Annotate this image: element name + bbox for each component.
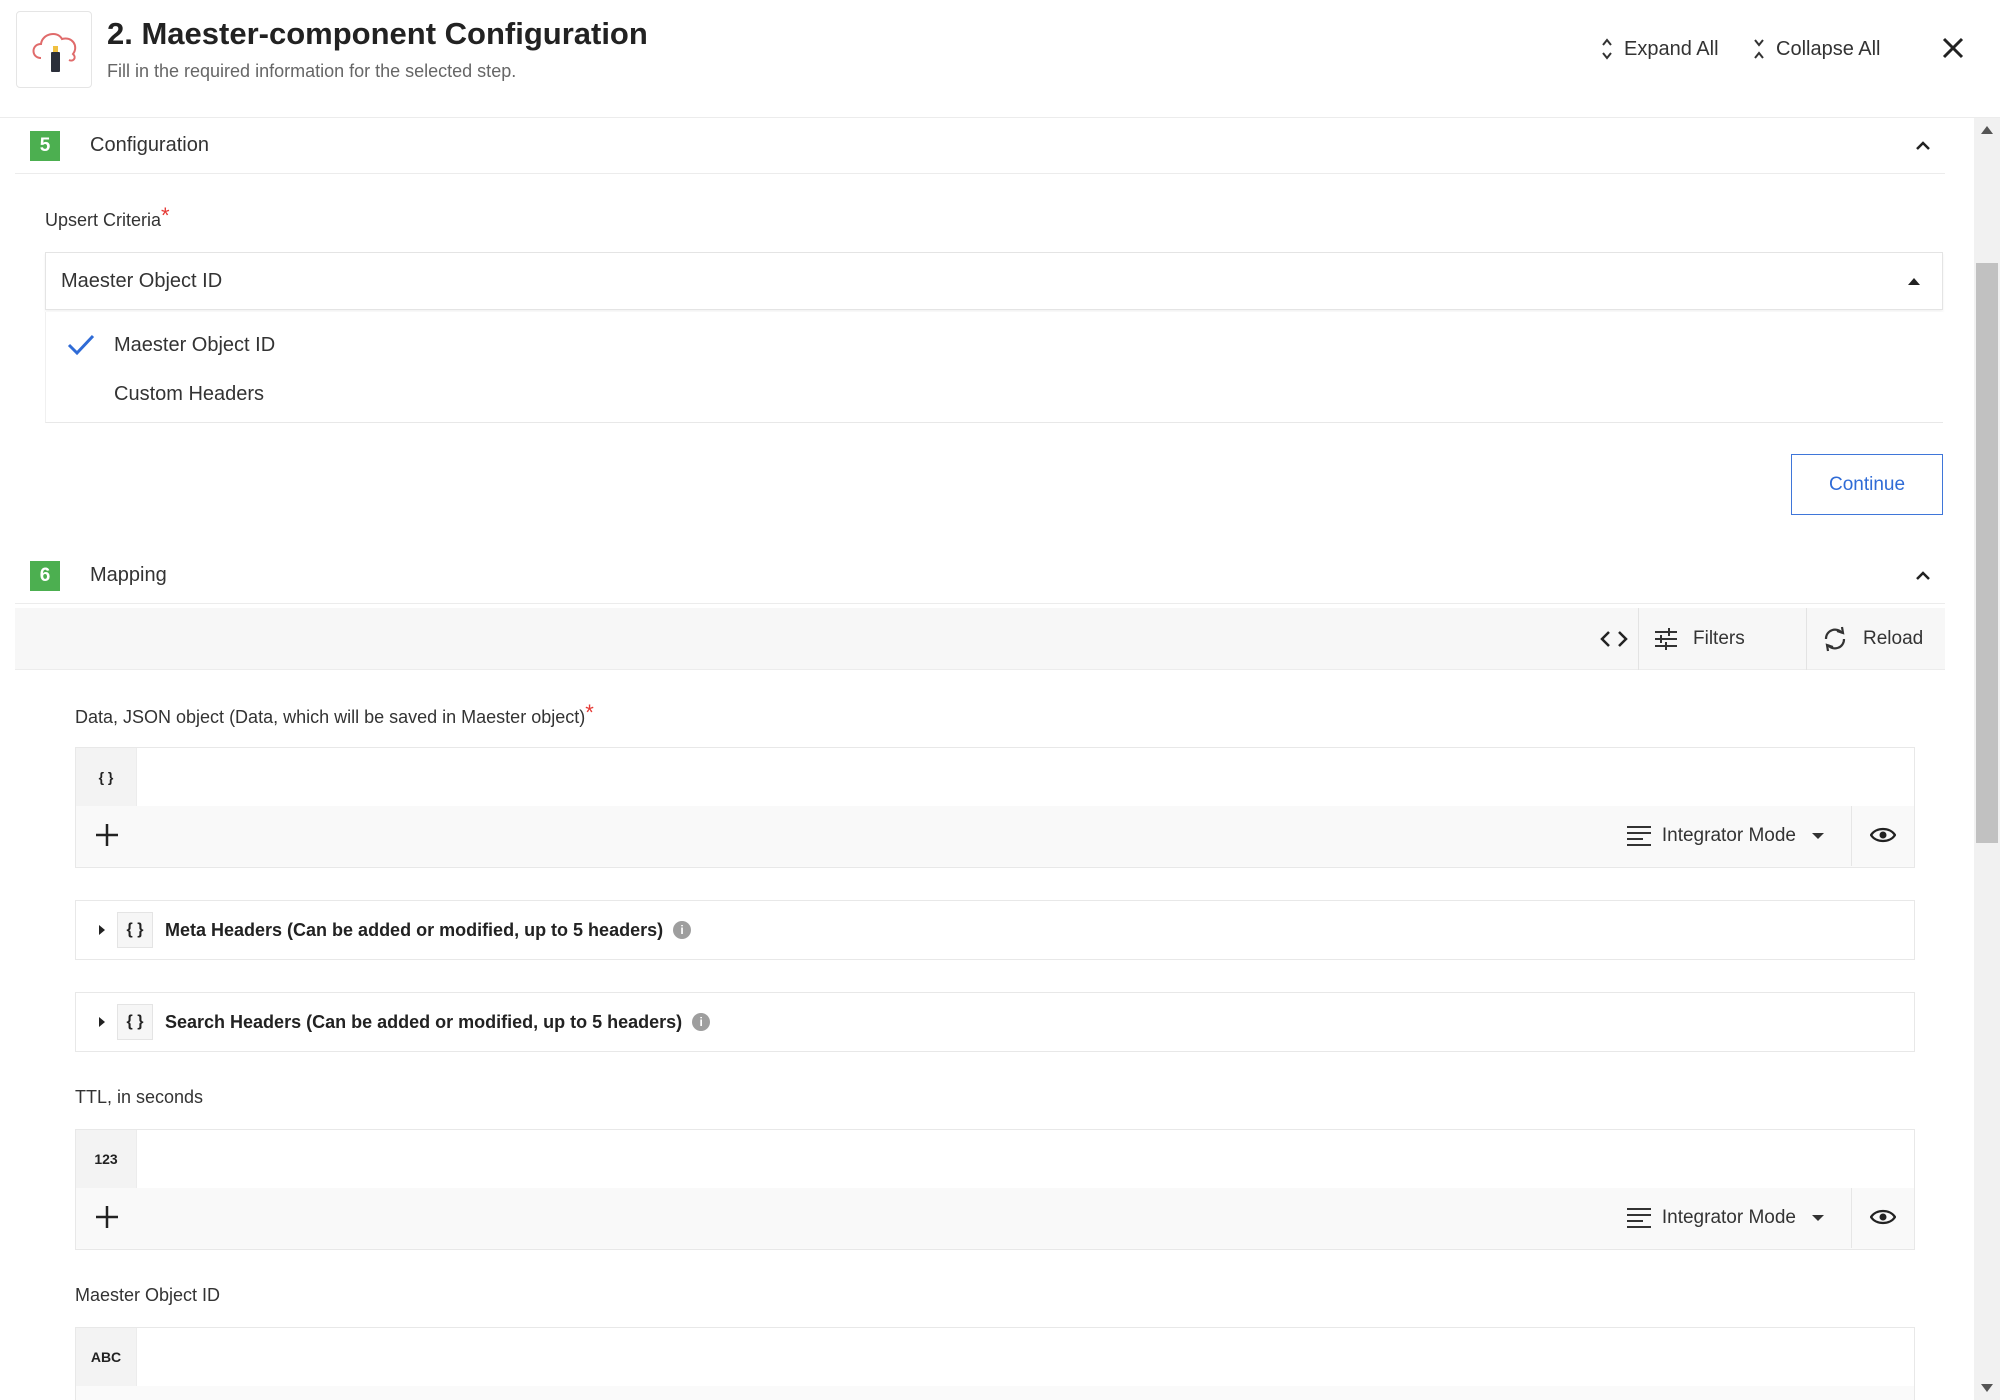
toolbar-divider <box>1638 608 1639 670</box>
data-json-field: { } Integrator Mode <box>75 747 1915 868</box>
meta-headers-title: Meta Headers (Can be added or modified, … <box>165 919 664 940</box>
page-title: 2. Maester-component Configuration <box>107 16 648 51</box>
data-json-input[interactable] <box>137 748 1914 806</box>
chevron-up-icon[interactable] <box>1913 136 1933 156</box>
preview-eye-icon[interactable] <box>1870 824 1896 846</box>
filters-button[interactable]: Filters <box>1653 608 1745 670</box>
toolbar-divider <box>1806 608 1807 670</box>
caret-right-icon <box>99 925 105 935</box>
integrator-mode-label: Integrator Mode <box>1661 825 1796 846</box>
caret-up-icon <box>1908 278 1920 285</box>
mode-lines-icon <box>1626 1208 1651 1228</box>
ttl-field: 123 Integrator Mode <box>75 1129 1915 1250</box>
page-subtitle: Fill in the required information for the… <box>107 61 517 81</box>
object-id-input[interactable] <box>137 1328 1914 1386</box>
search-headers-title: Search Headers (Can be added or modified… <box>165 1011 683 1032</box>
step-badge: 6 <box>30 560 60 591</box>
select-value: Maester Object ID <box>61 270 223 292</box>
data-field-label: Data, JSON object (Data, which will be s… <box>75 700 594 727</box>
integrator-mode-dropdown[interactable]: Integrator Mode <box>1626 806 1824 866</box>
mapping-toolbar: Filters Reload <box>15 608 1945 670</box>
object-id-field: ABC <box>75 1327 1915 1400</box>
section-title: Mapping <box>90 564 167 586</box>
required-marker: * <box>585 700 594 725</box>
mode-lines-icon <box>1626 826 1651 846</box>
filters-icon <box>1655 628 1677 650</box>
app-logo <box>16 11 92 88</box>
checkmark-icon <box>67 334 95 356</box>
chevron-up-icon[interactable] <box>1913 566 1933 586</box>
ttl-label: TTL, in seconds <box>75 1087 204 1107</box>
scroll-down-arrow-icon[interactable] <box>1981 1384 1993 1392</box>
info-icon[interactable]: i <box>692 1013 711 1031</box>
code-view-button[interactable] <box>1589 608 1639 670</box>
continue-button[interactable]: Continue <box>1791 454 1943 515</box>
integrator-mode-dropdown[interactable]: Integrator Mode <box>1626 1188 1824 1248</box>
reload-icon <box>1824 626 1846 652</box>
preview-eye-icon[interactable] <box>1870 1206 1896 1228</box>
scroll-thumb[interactable] <box>1976 263 1998 843</box>
code-icon <box>1600 631 1628 647</box>
dialog-header: 2. Maester-component Configuration Fill … <box>0 0 2000 118</box>
option-maester-object-id[interactable]: Maester Object ID <box>114 334 275 357</box>
caret-down-icon <box>1812 833 1824 839</box>
collapse-all-button[interactable]: Collapse All <box>1752 34 1881 64</box>
filters-label: Filters <box>1693 628 1745 649</box>
object-type-icon: { } <box>117 1004 153 1040</box>
caret-right-icon <box>99 1017 105 1027</box>
ttl-input[interactable] <box>137 1130 1914 1188</box>
reload-label: Reload <box>1863 628 1924 649</box>
expand-all-label: Expand All <box>1624 37 1719 60</box>
search-headers-row[interactable]: { } Search Headers (Can be added or modi… <box>75 992 1915 1052</box>
number-type-icon: 123 <box>76 1130 137 1188</box>
scrollbar[interactable] <box>1974 118 2000 1400</box>
mapping-section-header[interactable]: 6 Mapping <box>15 548 1945 604</box>
configuration-section-header[interactable]: 5 Configuration <box>15 118 1945 174</box>
option-custom-headers[interactable]: Custom Headers <box>114 383 264 406</box>
scroll-up-arrow-icon[interactable] <box>1981 126 1993 134</box>
caret-down-icon <box>1812 1215 1824 1221</box>
step-badge: 5 <box>30 130 60 161</box>
reload-button[interactable]: Reload <box>1821 608 1923 670</box>
collapse-all-label: Collapse All <box>1776 37 1881 60</box>
add-icon[interactable] <box>94 1204 120 1230</box>
string-type-icon: ABC <box>76 1328 137 1386</box>
close-button[interactable] <box>1938 33 1968 63</box>
add-icon[interactable] <box>94 822 120 848</box>
collapse-icon <box>1754 39 1764 59</box>
info-icon[interactable]: i <box>673 921 692 939</box>
required-marker: * <box>161 203 170 228</box>
upsert-criteria-label: Upsert Criteria* <box>45 203 170 230</box>
meta-headers-row[interactable]: { } Meta Headers (Can be added or modifi… <box>75 900 1915 960</box>
object-id-label: Maester Object ID <box>75 1285 221 1305</box>
section-title: Configuration <box>90 134 209 156</box>
upsert-criteria-select[interactable]: Maester Object ID <box>45 252 1943 310</box>
integrator-mode-label: Integrator Mode <box>1661 1207 1796 1228</box>
object-type-icon: { } <box>117 912 153 948</box>
expand-icon <box>1602 38 1612 60</box>
close-icon <box>1942 37 1964 59</box>
upsert-criteria-options: Maester Object ID Custom Headers <box>45 312 1943 423</box>
object-type-icon: { } <box>76 748 137 806</box>
expand-all-button[interactable]: Expand All <box>1600 34 1719 64</box>
